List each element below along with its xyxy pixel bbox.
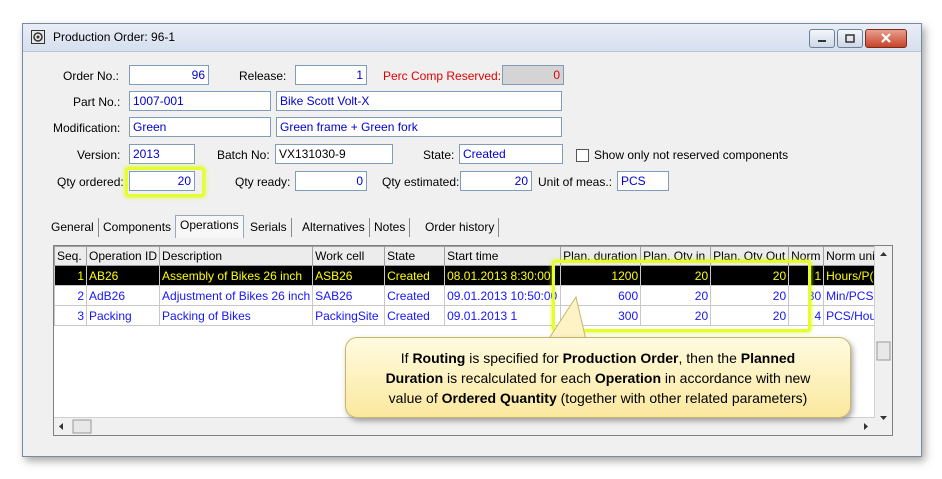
perc-comp-field: 0 bbox=[502, 65, 564, 85]
cell-seq: 3 bbox=[54, 305, 87, 326]
maximize-button[interactable] bbox=[837, 29, 863, 48]
minimize-button[interactable] bbox=[809, 29, 835, 48]
title-bar: Production Order: 96-1 bbox=[23, 24, 921, 52]
batch-no-field[interactable]: VX131030-9 bbox=[275, 144, 393, 164]
tab-notes[interactable]: Notes bbox=[370, 218, 411, 237]
callout-text-7: (together with other related parameters) bbox=[556, 390, 808, 406]
release-label: Release: bbox=[239, 69, 287, 83]
tab-general[interactable]: General bbox=[47, 218, 99, 237]
cell-work-cell: PackingSite bbox=[312, 305, 386, 326]
unit-of-measure-label: Unit of meas.: bbox=[538, 175, 613, 189]
callout-text-4: is recalculated for each bbox=[443, 370, 595, 386]
qty-ready-field[interactable]: 0 bbox=[295, 171, 367, 191]
scroll-arrows-icon bbox=[876, 252, 891, 420]
minimize-icon bbox=[818, 40, 826, 42]
callout-bold-production-order: Production Order bbox=[562, 350, 679, 366]
callout-text-6: value of bbox=[388, 390, 442, 406]
column-header-seq[interactable]: Seq. bbox=[54, 246, 87, 266]
unit-of-measure-field[interactable]: PCS bbox=[617, 171, 669, 191]
part-no-label: Part No.: bbox=[73, 95, 121, 109]
callout-text-2: is specified for bbox=[465, 350, 563, 366]
column-header-norm-unit[interactable]: Norm uni bbox=[823, 246, 883, 266]
column-header-operation-id[interactable]: Operation ID bbox=[85, 246, 161, 266]
qty-ready-label: Qty ready: bbox=[235, 175, 291, 189]
horizontal-scrollbar[interactable] bbox=[54, 417, 875, 435]
order-no-label: Order No.: bbox=[63, 69, 120, 83]
callout-text-1: If bbox=[400, 350, 413, 366]
callout-bold-planned: Planned bbox=[740, 350, 796, 366]
column-header-state[interactable]: State bbox=[384, 246, 446, 266]
callout-text-5: in accordance with new bbox=[661, 370, 811, 386]
tab-order-history[interactable]: Order history bbox=[421, 218, 500, 237]
column-header-start-time[interactable]: Start time bbox=[444, 246, 562, 266]
part-no-field[interactable]: 1007-001 bbox=[129, 91, 271, 111]
perc-comp-label: Perc Comp Reserved: bbox=[383, 69, 502, 83]
tab-components[interactable]: Components bbox=[99, 218, 177, 237]
cell-state: Created bbox=[384, 305, 446, 326]
cell-work-cell: ASB26 bbox=[312, 265, 386, 286]
state-field[interactable]: Created bbox=[459, 144, 563, 164]
cell-operation-id: AdB26 bbox=[85, 285, 161, 306]
callout-pointer bbox=[547, 296, 587, 341]
cell-work-cell: SAB26 bbox=[312, 285, 386, 306]
cell-seq: 2 bbox=[54, 285, 87, 306]
cell-norm-unit: PCS/Hou bbox=[823, 305, 883, 326]
callout-bold-duration: Duration bbox=[385, 370, 444, 386]
maximize-icon bbox=[845, 34, 855, 43]
vertical-scrollbar[interactable] bbox=[874, 246, 892, 435]
modification-label: Modification: bbox=[53, 121, 121, 135]
cell-norm-unit: Hours/P( bbox=[823, 265, 883, 286]
column-header-work-cell[interactable]: Work cell bbox=[312, 246, 386, 266]
modification-desc-field[interactable]: Green frame + Green fork bbox=[276, 117, 562, 137]
close-icon bbox=[881, 33, 891, 43]
modification-field[interactable]: Green bbox=[129, 117, 271, 137]
cell-norm-unit: Min/PCS bbox=[823, 285, 883, 306]
app-icon bbox=[31, 30, 45, 44]
window-title: Production Order: 96-1 bbox=[53, 30, 176, 44]
tab-serials[interactable]: Serials bbox=[246, 218, 292, 237]
callout-bold-routing: Routing bbox=[412, 350, 466, 366]
cell-operation-id: AB26 bbox=[85, 265, 161, 286]
order-no-field[interactable]: 96 bbox=[129, 65, 209, 85]
cell-seq: 1 bbox=[54, 265, 87, 286]
callout-bold-ordered-quantity: Ordered Quantity bbox=[441, 390, 557, 406]
cell-description: Adjustment of Bikes 26 inch bbox=[159, 285, 314, 306]
close-button[interactable] bbox=[865, 29, 907, 48]
show-only-not-reserved-checkbox[interactable] bbox=[576, 149, 589, 162]
part-name-field[interactable]: Bike Scott Volt-X bbox=[276, 91, 562, 111]
qty-ordered-label: Qty ordered: bbox=[57, 175, 124, 189]
show-only-not-reserved-label: Show only not reserved components bbox=[594, 148, 789, 162]
cell-start-time: 08.01.2013 8:30:00 bbox=[444, 265, 562, 286]
tab-operations[interactable]: Operations bbox=[175, 215, 244, 238]
batch-no-label: Batch No: bbox=[217, 148, 270, 162]
tab-alternatives[interactable]: Alternatives bbox=[298, 218, 370, 237]
cell-description: Assembly of Bikes 26 inch bbox=[159, 265, 314, 286]
callout-bold-operation: Operation bbox=[594, 370, 661, 386]
cell-operation-id: Packing bbox=[85, 305, 161, 326]
cell-description: Packing of Bikes bbox=[159, 305, 314, 326]
cell-state: Created bbox=[384, 285, 446, 306]
column-header-description[interactable]: Description bbox=[159, 246, 314, 266]
release-field[interactable]: 1 bbox=[295, 65, 367, 85]
info-callout: If Routing is specified for Production O… bbox=[345, 337, 851, 418]
cell-state: Created bbox=[384, 265, 446, 286]
version-field[interactable]: 2013 bbox=[129, 144, 195, 164]
qty-estimated-label: Qty estimated: bbox=[382, 175, 460, 189]
callout-text-3: , then the bbox=[678, 350, 741, 366]
horizontal-scroll-icon bbox=[59, 419, 868, 434]
version-label: Version: bbox=[77, 148, 121, 162]
qty-ordered-field[interactable]: 20 bbox=[129, 171, 195, 191]
state-label: State: bbox=[423, 148, 455, 162]
qty-estimated-field[interactable]: 20 bbox=[460, 171, 532, 191]
